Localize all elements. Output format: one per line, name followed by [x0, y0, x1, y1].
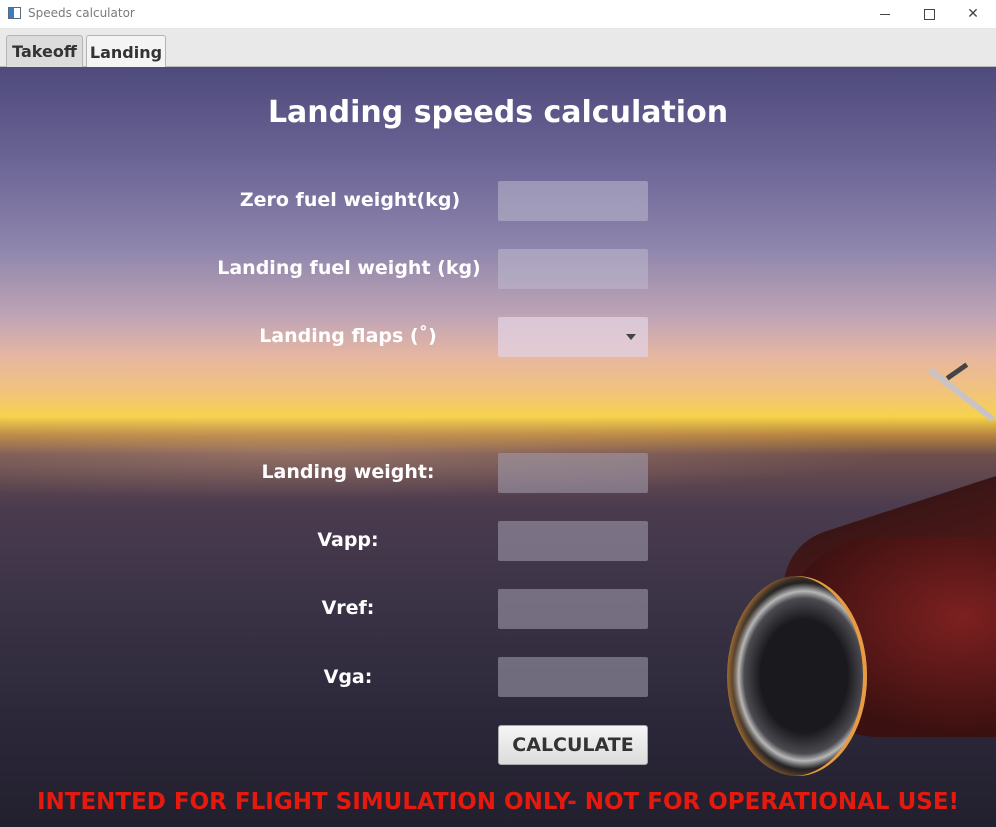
vref-output[interactable]: [498, 589, 648, 629]
landing-fuel-weight-label: Landing fuel weight (kg): [217, 257, 481, 279]
landing-flaps-label: Landing flaps (˚): [259, 325, 437, 347]
engine-rim-glow: [727, 576, 867, 776]
page-title: Landing speeds calculation: [267, 95, 729, 130]
tab-bar: Takeoff Landing: [0, 29, 996, 68]
tab-landing[interactable]: Landing: [86, 35, 166, 68]
vref-label: Vref:: [321, 597, 375, 619]
landing-weight-output[interactable]: [498, 453, 648, 493]
landing-fuel-weight-input[interactable]: [498, 249, 648, 289]
close-button[interactable]: ✕: [950, 0, 996, 28]
disclaimer-text: INTENTED FOR FLIGHT SIMULATION ONLY- NOT…: [36, 789, 960, 815]
maximize-button[interactable]: [906, 0, 952, 28]
winglet-image: [945, 362, 969, 381]
vapp-output[interactable]: [498, 521, 648, 561]
window-titlebar: Speeds calculator ✕: [0, 0, 996, 29]
landing-weight-label: Landing weight:: [261, 461, 435, 483]
close-icon: ✕: [967, 6, 979, 22]
minimize-button[interactable]: [862, 0, 908, 28]
minimize-icon: [880, 13, 890, 15]
landing-flaps-select[interactable]: [498, 317, 648, 357]
vga-output[interactable]: [498, 657, 648, 697]
zero-fuel-weight-label: Zero fuel weight(kg): [239, 189, 461, 211]
app-icon: [8, 7, 21, 19]
vapp-label: Vapp:: [317, 529, 379, 551]
zero-fuel-weight-input[interactable]: [498, 181, 648, 221]
landing-panel: Landing speeds calculation Zero fuel wei…: [0, 67, 996, 827]
calculate-button[interactable]: CALCULATE: [498, 725, 648, 765]
tab-takeoff[interactable]: Takeoff: [6, 35, 83, 67]
vga-label: Vga:: [323, 666, 373, 688]
window-title: Speeds calculator: [28, 6, 135, 20]
chevron-down-icon: [626, 334, 636, 340]
maximize-icon: [923, 8, 935, 20]
